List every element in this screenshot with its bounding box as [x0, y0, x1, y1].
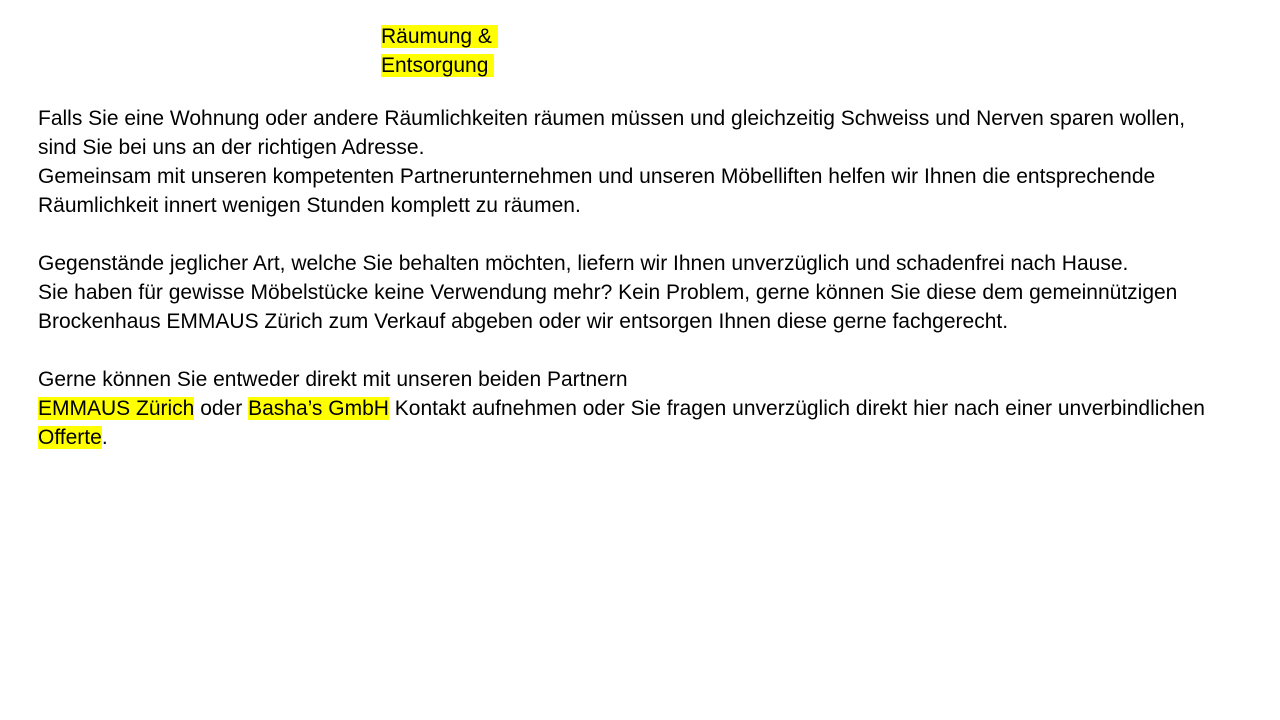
sentence-end: . [101, 426, 108, 449]
paragraph-contact-intro: Gerne können Sie entweder direkt mit uns… [38, 368, 628, 391]
page-title: Räumung & Entsorgung [381, 22, 498, 80]
content-body: Falls Sie eine Wohnung oder andere Räuml… [38, 104, 1228, 452]
partner-link-emmaus[interactable]: EMMAUS Zürich [38, 397, 195, 420]
paragraph-intro: Falls Sie eine Wohnung oder andere Räuml… [38, 107, 1186, 159]
partner-link-basha[interactable]: Basha’s GmbH [248, 397, 389, 420]
contact-text: Kontakt aufnehmen oder Sie fragen unverz… [394, 397, 1205, 420]
title-line-2: Entsorgung [381, 54, 495, 77]
offer-link[interactable]: Offerte [38, 426, 102, 449]
paragraph-partners: Gemeinsam mit unseren kompetenten Partne… [38, 165, 1156, 217]
paragraph-disposal: Sie haben für gewisse Möbelstücke keine … [38, 281, 1178, 333]
paragraph-contact-line: EMMAUS Zürich oder Basha’s GmbH Kontakt … [38, 394, 1228, 452]
title-line-1: Räumung & [381, 25, 498, 48]
paragraph-delivery: Gegenstände jeglicher Art, welche Sie be… [38, 252, 1129, 275]
contact-connector: oder [200, 397, 243, 420]
